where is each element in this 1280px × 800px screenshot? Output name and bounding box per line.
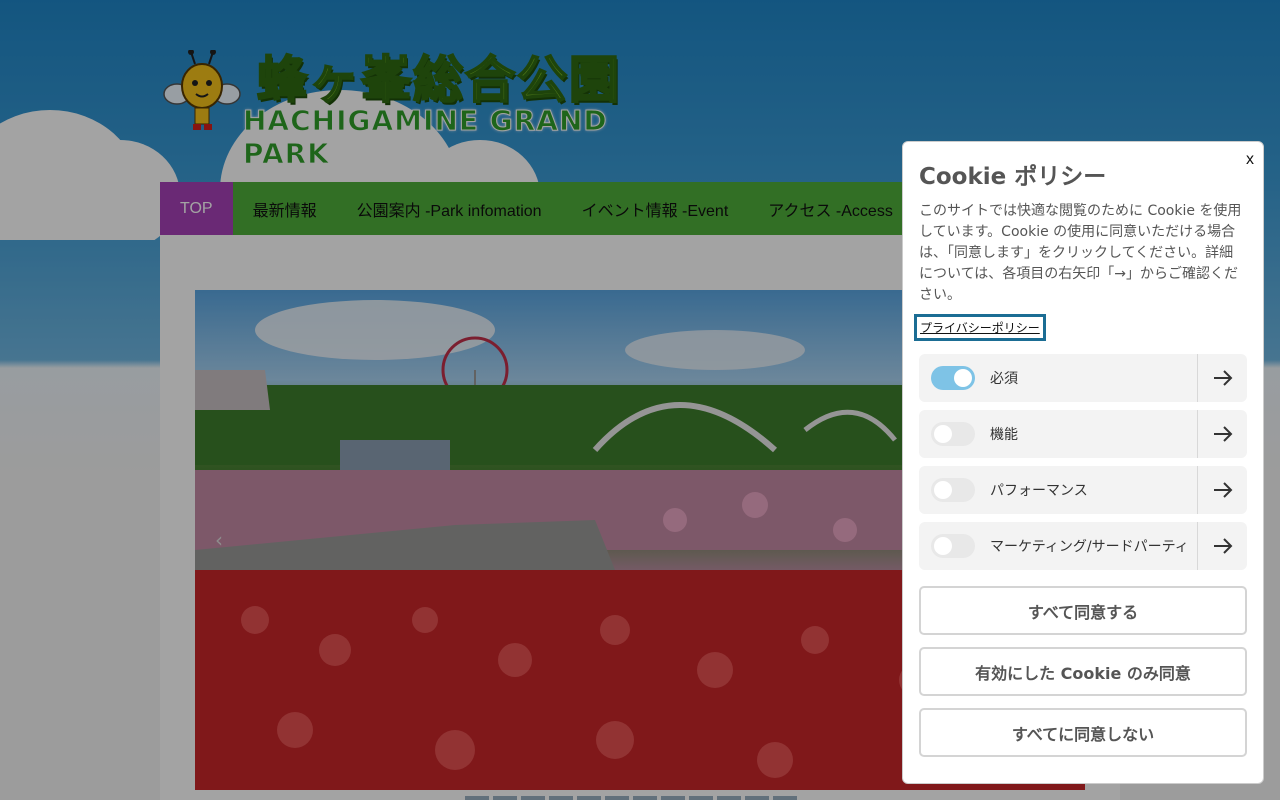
cookie-policy-dialog: x Cookie ポリシー このサイトでは快適な閲覧のために Cookie を使… [902,141,1264,784]
category-label: 必須 [990,371,1018,387]
details-arrow-button[interactable] [1197,522,1247,570]
cookie-categories: 必須 機能 パフォーマンス マーケティング/サードパーティ [919,354,1247,570]
details-arrow-button[interactable] [1197,466,1247,514]
arrow-right-icon [1213,482,1232,498]
cookie-category-functional: 機能 [919,410,1247,458]
cookie-category-performance: パフォーマンス [919,466,1247,514]
privacy-policy-link[interactable]: プライバシーポリシー [914,314,1046,341]
category-label: 機能 [990,427,1018,443]
cookie-category-required: 必須 [919,354,1247,402]
category-label: パフォーマンス [990,483,1088,499]
reject-all-button[interactable]: すべてに同意しない [919,708,1247,757]
functional-toggle[interactable] [931,422,975,446]
performance-toggle[interactable] [931,478,975,502]
cookie-category-marketing: マーケティング/サードパーティ [919,522,1247,570]
marketing-toggle[interactable] [931,534,975,558]
accept-all-button[interactable]: すべて同意する [919,586,1247,635]
arrow-right-icon [1213,426,1232,442]
details-arrow-button[interactable] [1197,354,1247,402]
cookie-description: このサイトでは快適な閲覧のために Cookie を使用しています。Cookie … [919,203,1242,303]
accept-selected-button[interactable]: 有効にした Cookie のみ同意 [919,647,1247,696]
toggle-knob [934,481,952,499]
arrow-right-icon [1213,538,1232,554]
details-arrow-button[interactable] [1197,410,1247,458]
toggle-knob [934,537,952,555]
toggle-knob [934,425,952,443]
close-button[interactable]: x [1246,151,1254,169]
toggle-knob [954,369,972,387]
category-label: マーケティング/サードパーティ [990,539,1189,555]
required-toggle[interactable] [931,366,975,390]
arrow-right-icon [1213,370,1232,386]
cookie-dialog-title: Cookie ポリシー [919,164,1107,190]
cookie-actions: すべて同意する 有効にした Cookie のみ同意 すべてに同意しない [919,586,1247,757]
